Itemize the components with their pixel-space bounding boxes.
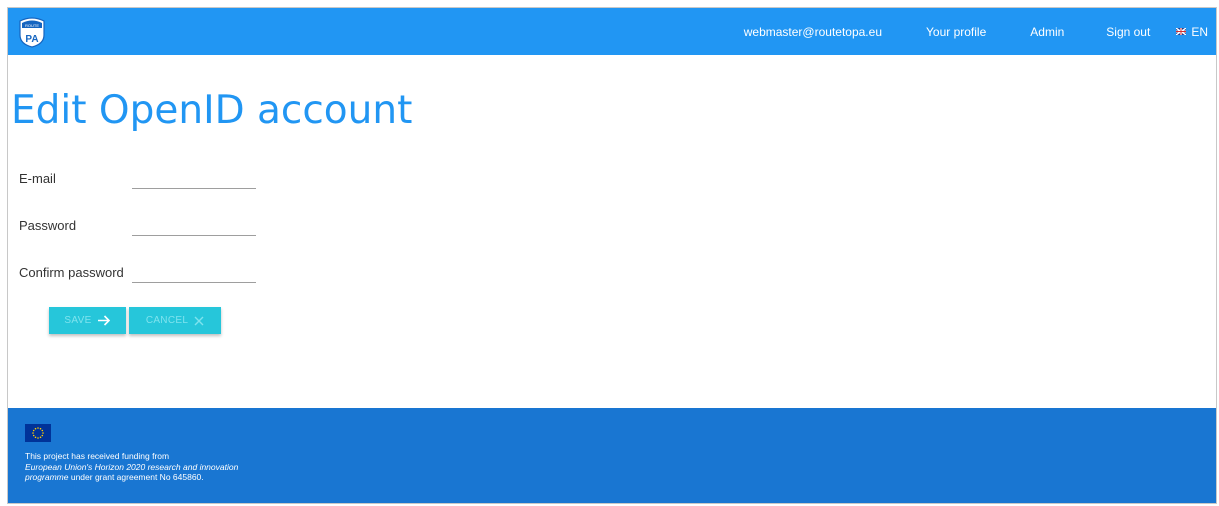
sign-out-link[interactable]: Sign out bbox=[1106, 25, 1150, 39]
language-selector[interactable]: EN bbox=[1176, 25, 1208, 39]
page-frame: ROUTE PA webmaster@routetopa.eu Your pro… bbox=[7, 7, 1217, 504]
funding-notice: This project has received funding from E… bbox=[25, 451, 275, 483]
password-label: Password bbox=[19, 218, 77, 233]
top-navbar: ROUTE PA webmaster@routetopa.eu Your pro… bbox=[8, 8, 1216, 55]
cancel-button[interactable]: CANCEL bbox=[129, 307, 221, 334]
admin-link[interactable]: Admin bbox=[1030, 25, 1064, 39]
page-title: Edit OpenID account bbox=[11, 88, 413, 133]
footer: This project has received funding from E… bbox=[8, 408, 1216, 503]
email-label: E-mail bbox=[19, 171, 56, 186]
eu-flag-icon bbox=[25, 424, 51, 442]
close-icon bbox=[194, 316, 204, 325]
confirm-password-label: Confirm password bbox=[19, 265, 124, 280]
funding-line-1: This project has received funding from bbox=[25, 451, 170, 461]
uk-flag-icon bbox=[1176, 28, 1187, 35]
route-to-pa-logo-icon[interactable]: ROUTE PA bbox=[17, 15, 47, 48]
language-label: EN bbox=[1191, 24, 1208, 39]
top-nav-links: webmaster@routetopa.eu Your profile Admi… bbox=[744, 8, 1216, 55]
password-field[interactable] bbox=[132, 215, 256, 236]
svg-text:PA: PA bbox=[25, 34, 38, 45]
arrow-right-icon bbox=[97, 315, 110, 326]
funding-line-3: under grant agreement No 645860. bbox=[70, 472, 204, 482]
confirm-password-field[interactable] bbox=[132, 262, 256, 283]
svg-text:ROUTE: ROUTE bbox=[25, 23, 39, 28]
your-profile-link[interactable]: Your profile bbox=[926, 25, 986, 39]
user-email-link[interactable]: webmaster@routetopa.eu bbox=[744, 25, 882, 39]
save-button[interactable]: SAVE bbox=[49, 307, 126, 334]
save-button-label: SAVE bbox=[64, 315, 92, 326]
cancel-button-label: CANCEL bbox=[145, 315, 189, 326]
email-field[interactable] bbox=[132, 168, 256, 189]
